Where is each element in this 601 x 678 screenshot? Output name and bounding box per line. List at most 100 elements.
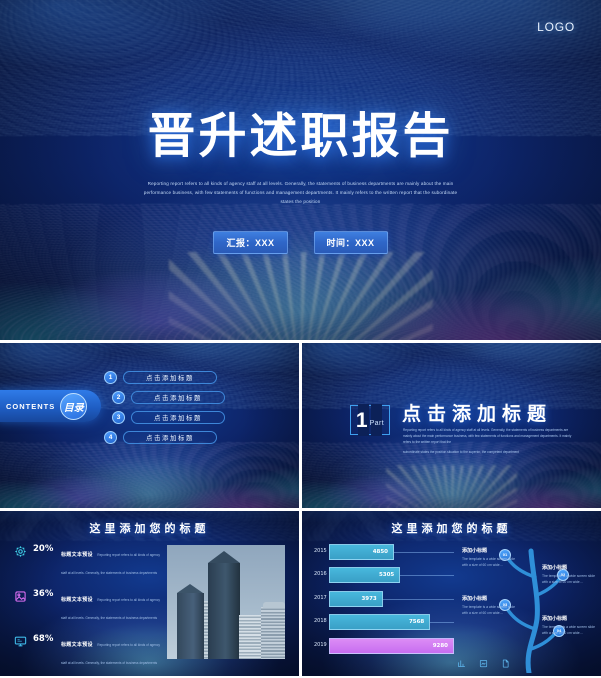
bar-value-label: 7568 [408,619,425,625]
toc-label-2: 点击添加标题 [131,391,225,404]
cover-subtitle: Reporting report refers to all kinds of … [143,181,458,204]
city-skyscrapers-photo [167,545,285,659]
stat-text: 标题文本预设 Reporting report refers to all ki… [61,543,161,579]
photo-tower [261,602,285,659]
bar-value-label: 3973 [361,595,377,602]
image-frame-icon[interactable] [479,659,488,668]
branch-block-1: 添加小标题 The template is a wide screen slid… [462,547,520,568]
bar-track: 7568 [329,613,454,632]
bar-category-label: 2015 [314,547,327,554]
slide-chart: 这里添加您的标题 2015 4850 2016 5305 2017 3973 2… [302,511,601,676]
stat-text: 标题文本预设 Reporting report refers to all ki… [61,633,161,669]
stat-row: 68% 标题文本预设 Reporting report refers to al… [14,633,161,669]
stats-title: 这里添加您的标题 [89,522,210,535]
contents-badge-en: CONTENTS [6,401,56,411]
stat-row: 20% 标题文本预设 Reporting report refers to al… [14,543,161,579]
toc-number-2: 2 [112,391,125,404]
bar-value-label: 5305 [378,572,395,578]
section-title: 点击添加标题 [402,403,553,425]
mini-icon-row [457,659,510,668]
branch-block-description: The template is a wide screen slide with… [462,557,515,568]
cover-title: 晋升述职报告 [147,108,454,164]
presentation-deck: LOGO 晋升述职报告 Reporting report refers to a… [0,0,601,678]
bar-category-label: 2017 [314,594,327,601]
toc-number-1: 1 [104,371,117,384]
bar-row: 2019 9280 [314,636,454,655]
bar-fill: 7568 [329,614,431,630]
bar-category-label: 2019 [314,641,327,648]
bar-row: 2017 3973 [314,589,454,608]
logo-placeholder: LOGO [537,20,575,34]
contents-badge: CONTENTS 目录 [0,390,102,422]
date-button[interactable]: 时间：XXX [313,231,388,254]
stat-heading: 标题文本预设 [61,597,93,603]
bar-fill: 5305 [329,567,401,583]
section-body-line-2: subordinate states the position situatio… [403,449,520,454]
stats-list: 20% 标题文本预设 Reporting report refers to al… [14,543,161,676]
toc-item-4[interactable]: 4 点击添加标题 [104,431,225,444]
bar-track: 4850 [329,542,454,561]
branch-block-heading: 添加小标题 [462,596,488,602]
photo-tower [239,615,263,659]
contents-badge-cn: 目录 [60,392,88,420]
stat-row: 36% 标题文本预设 Reporting report refers to al… [14,588,161,624]
stat-heading: 标题文本预设 [61,642,93,648]
cover-meta-buttons: 汇报：XXX 时间：XXX [0,231,601,254]
toc-list: 1 点击添加标题 2 点击添加标题 3 点击添加标题 4 点击添加标题 [104,371,225,444]
branch-block-2: 添加小标题 The template is a wide screen slid… [462,595,520,616]
toc-number-4: 4 [104,431,117,444]
toc-item-3[interactable]: 3 点击添加标题 [112,411,225,424]
part-number: 1 [355,408,368,432]
bar-fill: 3973 [329,590,383,607]
bar-value-label: 4850 [372,548,388,555]
bar-value-label: 9280 [432,642,448,649]
stat-percent: 68% [33,634,54,644]
part-word: Part [369,420,385,427]
section-body: Reporting report refers to all kinds of … [403,427,575,455]
bar-chart: 2015 4850 2016 5305 2017 3973 2018 7568 … [314,542,454,664]
photo-tower [177,584,204,659]
branch-block-3: 添加小标题 The template is a wide screen slid… [542,564,600,585]
slide-row-2: CONTENTS 目录 1 点击添加标题 2 点击添加标题 3 点击添加标题 4 [0,343,601,508]
image-icon [14,590,27,603]
bar-track: 5305 [329,566,454,585]
bar-row: 2018 7568 [314,613,454,632]
stat-percent: 36% [33,589,54,599]
toc-label-4: 点击添加标题 [123,431,217,444]
chart-icon[interactable] [457,659,466,668]
branch-block-heading: 添加小标题 [462,548,488,554]
toc-item-1[interactable]: 1 点击添加标题 [104,371,225,384]
bar-track: 9280 [329,636,454,655]
photo-tower [208,551,240,659]
part-badge-inner: 1 Part [350,405,390,435]
bar-row: 2016 5305 [314,566,454,585]
slide-contents: CONTENTS 目录 1 点击添加标题 2 点击添加标题 3 点击添加标题 4 [0,343,299,508]
branch-block-heading: 添加小标题 [542,616,568,622]
bar-track: 3973 [329,589,454,608]
contents-bottom-waves [0,442,299,508]
section-body-line-1: Reporting report refers to all kinds of … [403,428,572,445]
stat-heading: 标题文本预设 [61,552,93,558]
branch-block-description: The template is a wide screen slide with… [462,605,515,616]
slide-section-divider: 1 Part 点击添加标题 Reporting report refers to… [302,343,601,508]
stat-text: 标题文本预设 Reporting report refers to all ki… [61,588,161,624]
slide-cover: LOGO 晋升述职报告 Reporting report refers to a… [0,0,601,340]
branch-block-4: 添加小标题 The template is a wide screen slid… [542,615,600,636]
bar-row: 2015 4850 [314,542,454,561]
slide-row-3: 这里添加您的标题 20% 标题文本预设 Reporting report ref… [0,511,601,676]
toc-item-2[interactable]: 2 点击添加标题 [112,391,225,404]
gear-icon [14,545,27,558]
toc-label-3: 点击添加标题 [131,411,225,424]
branch-block-description: The template is a wide screen slide with… [542,625,595,636]
reporter-button[interactable]: 汇报：XXX [213,231,288,254]
slide-stats: 这里添加您的标题 20% 标题文本预设 Reporting report ref… [0,511,299,676]
bar-fill: 4850 [329,543,394,560]
branch-block-description: The template is a wide screen slide with… [542,574,595,585]
bar-category-label: 2016 [314,571,327,578]
document-icon[interactable] [501,659,510,668]
branch-block-heading: 添加小标题 [542,565,568,571]
monitor-icon [14,635,27,648]
bar-fill: 9280 [329,637,454,654]
part-badge: 1 Part [350,404,390,436]
cover-bottom-waves [0,204,601,340]
